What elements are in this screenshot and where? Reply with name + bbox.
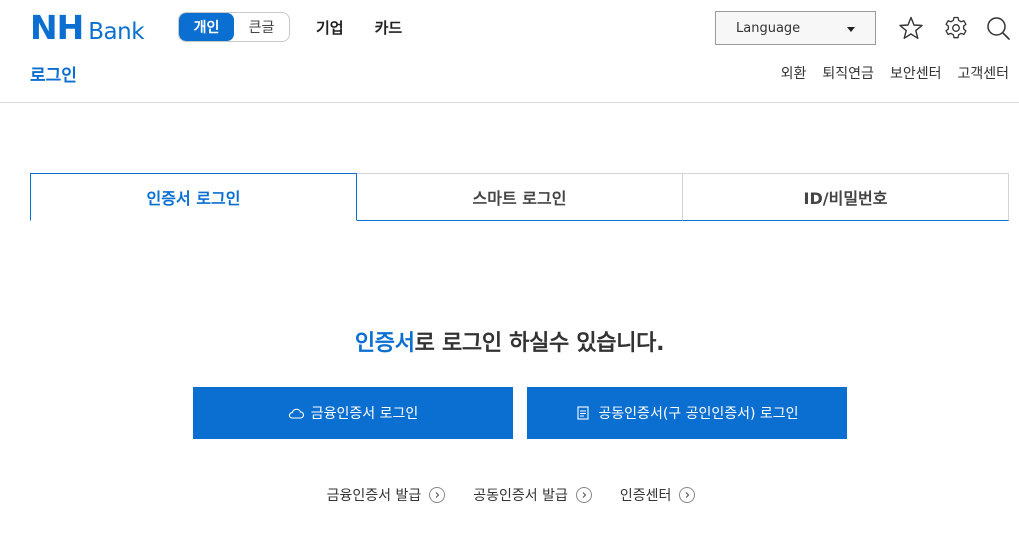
joint-certificate-login-button[interactable]: 공동인증서(구 공인인증서) 로그인 <box>527 387 847 439</box>
search-icon[interactable] <box>984 14 1012 42</box>
nh-bank-logo[interactable]: NH Bank <box>30 8 145 47</box>
link-financial-certificate-issue-label: 금융인증서 발급 <box>326 488 422 504</box>
tab-certificate-login[interactable]: 인증서 로그인 <box>30 173 357 221</box>
chevron-right-circle-icon <box>429 487 446 503</box>
language-select[interactable]: Language <box>715 11 876 45</box>
caret-down-icon <box>847 27 855 32</box>
link-financial-certificate-issue[interactable]: 금융인증서 발급 <box>327 485 446 505</box>
tab-smart-login[interactable]: 스마트 로그인 <box>357 173 683 221</box>
cloud-icon <box>288 406 304 420</box>
financial-certificate-login-button[interactable]: 금융인증서 로그인 <box>193 387 513 439</box>
headline-text: 로 로그인 하실수 있습니다. <box>414 331 665 356</box>
chevron-right-circle-icon <box>575 487 592 503</box>
nav-item-card[interactable]: 카드 <box>375 17 403 38</box>
link-certificate-center[interactable]: 인증센터 <box>620 485 696 505</box>
util-link-security-center[interactable]: 보안센터 <box>890 63 942 83</box>
logo-bank-text: Bank <box>88 19 145 45</box>
certificate-links: 금융인증서 발급 공동인증서 발급 인증센터 <box>0 485 1019 505</box>
link-certificate-center-label: 인증센터 <box>619 488 672 504</box>
utility-links: 외환 퇴직연금 보안센터 고객센터 <box>781 63 1009 83</box>
gear-icon[interactable] <box>942 14 970 42</box>
financial-certificate-login-label: 금융인증서 로그인 <box>310 406 419 422</box>
logo-nh-text: NH <box>30 8 84 47</box>
util-link-customer-center[interactable]: 고객센터 <box>957 63 1009 83</box>
star-icon[interactable] <box>897 14 925 42</box>
nav-item-corporate[interactable]: 기업 <box>316 17 344 38</box>
util-link-foreign-exchange[interactable]: 외환 <box>781 63 807 83</box>
document-icon <box>575 406 591 420</box>
headline-highlight: 인증서 <box>354 331 415 356</box>
joint-certificate-login-label: 공동인증서(구 공인인증서) 로그인 <box>598 406 799 422</box>
login-headline: 인증서로 로그인 하실수 있습니다. <box>0 325 1019 357</box>
view-mode-toggle: 개인 큰글 <box>178 12 290 42</box>
language-label: Language <box>736 20 801 36</box>
link-joint-certificate-issue-label: 공동인증서 발급 <box>473 488 568 504</box>
util-link-pension[interactable]: 퇴직연금 <box>822 63 874 83</box>
top-nav: 기업 카드 <box>316 12 402 42</box>
link-joint-certificate-issue[interactable]: 공동인증서 발급 <box>473 485 592 505</box>
toggle-large-text[interactable]: 큰글 <box>234 13 289 41</box>
page-title: 로그인 <box>30 66 77 86</box>
toggle-personal[interactable]: 개인 <box>179 13 234 41</box>
site-header: NH Bank 개인 큰글 기업 카드 Language 로그인 외환 퇴직연금… <box>0 0 1019 103</box>
tab-id-password[interactable]: ID/비밀번호 <box>683 173 1009 221</box>
chevron-right-circle-icon <box>679 487 696 503</box>
login-tabs: 인증서 로그인 스마트 로그인 ID/비밀번호 <box>30 173 1009 221</box>
